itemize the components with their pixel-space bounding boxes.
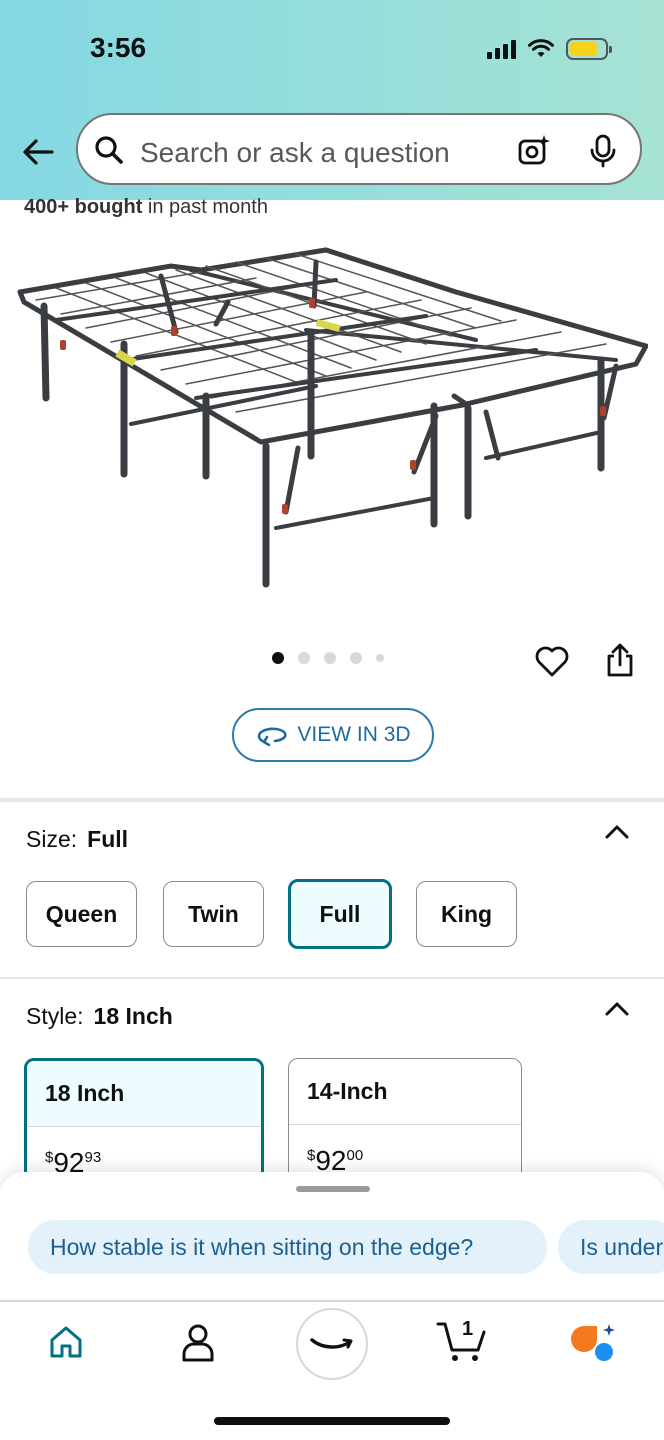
battery-icon <box>566 38 612 60</box>
view-in-3d-label: VIEW IN 3D <box>297 723 411 746</box>
view-in-3d-button[interactable]: VIEW IN 3D <box>232 708 434 762</box>
product-image[interactable] <box>16 236 648 596</box>
suggestion-chip[interactable]: Is under <box>558 1220 664 1274</box>
size-option-queen[interactable]: Queen <box>26 881 137 947</box>
signal-icon <box>487 39 516 59</box>
carousel-dot[interactable] <box>350 652 362 664</box>
size-option-king[interactable]: King <box>416 881 517 947</box>
nav-divider <box>0 1300 664 1302</box>
microphone-icon[interactable] <box>588 133 618 169</box>
style-selector-label: Style: 18 Inch <box>26 1003 173 1029</box>
rotate-3d-icon <box>258 727 288 746</box>
home-icon[interactable] <box>48 1324 84 1360</box>
heart-icon[interactable] <box>534 644 570 678</box>
style-option-name: 14-Inch <box>289 1059 521 1125</box>
search-icon <box>95 136 123 164</box>
camera-lens-icon[interactable] <box>516 133 552 169</box>
cart-count-badge: 1 <box>462 1318 474 1340</box>
alexa-button[interactable] <box>296 1308 368 1380</box>
section-divider <box>0 798 664 802</box>
share-icon[interactable] <box>604 642 636 678</box>
wifi-icon <box>528 39 554 57</box>
chevron-up-icon[interactable] <box>604 824 630 840</box>
amazon-smile-icon <box>310 1338 353 1349</box>
suggestion-chip[interactable]: How stable is it when sitting on the edg… <box>28 1220 547 1274</box>
style-option-name: 18 Inch <box>27 1061 261 1127</box>
carousel-dot[interactable] <box>324 652 336 664</box>
carousel-dot[interactable] <box>272 652 284 664</box>
search-placeholder: Search or ask a question <box>140 137 450 168</box>
carousel-dot[interactable] <box>376 654 384 662</box>
back-arrow-icon[interactable] <box>20 134 56 170</box>
status-icons <box>487 38 612 60</box>
size-option-full[interactable]: Full <box>288 879 392 949</box>
size-option-twin[interactable]: Twin <box>163 881 264 947</box>
carousel-dot[interactable] <box>298 652 310 664</box>
search-input[interactable]: Search or ask a question <box>76 113 642 185</box>
rufus-bottom-sheet: How stable is it when sitting on the edg… <box>0 1172 664 1440</box>
bought-in-past-month: 400+ bought in past month <box>24 196 268 218</box>
app-header: 3:56 Search or ask a question <box>0 0 664 200</box>
sheet-drag-handle[interactable] <box>296 1186 370 1192</box>
section-divider <box>0 977 664 979</box>
chevron-up-icon[interactable] <box>604 1001 630 1017</box>
image-carousel-dots <box>272 652 384 664</box>
size-selector-label: Size: Full <box>26 826 129 852</box>
status-time: 3:56 <box>90 32 147 63</box>
rufus-ai-icon[interactable] <box>568 1322 618 1364</box>
account-icon[interactable] <box>180 1322 216 1362</box>
home-indicator <box>214 1417 450 1425</box>
style-option-price: $9200 <box>307 1145 364 1176</box>
